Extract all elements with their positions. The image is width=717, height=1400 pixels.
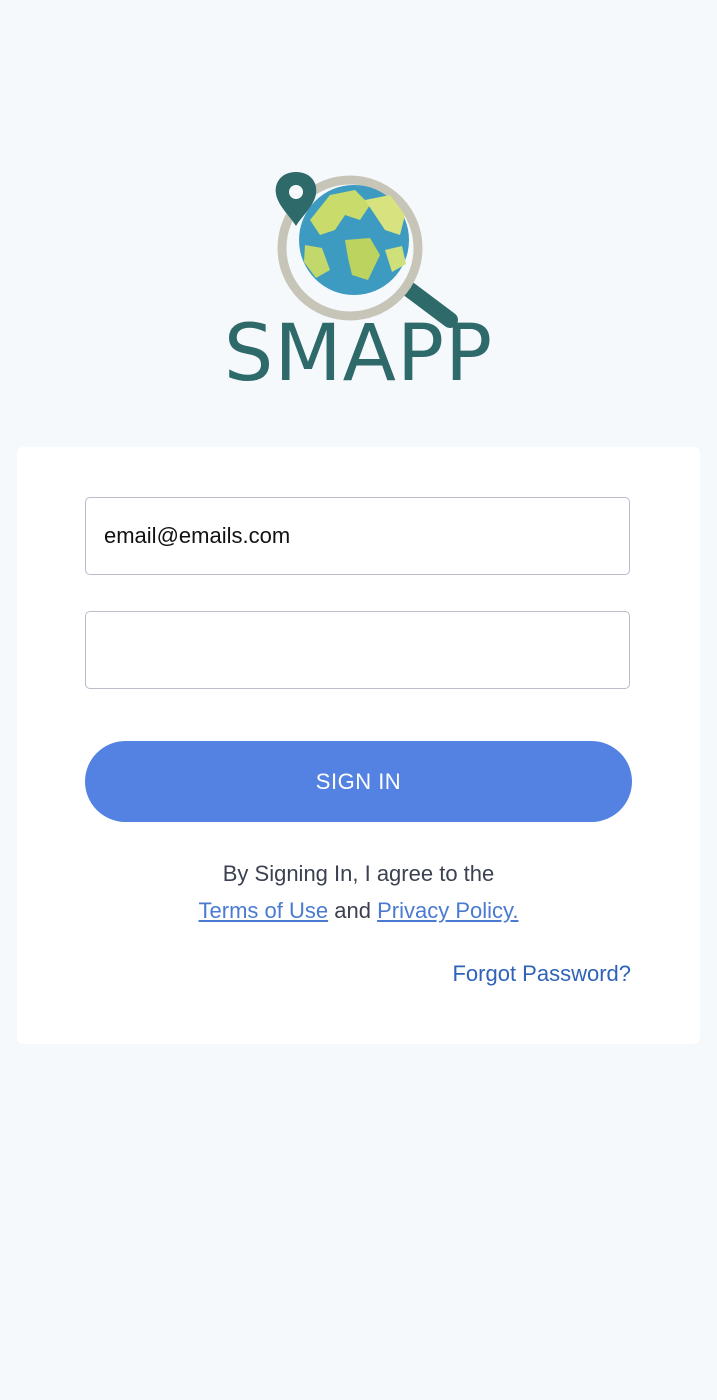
- and-text: and: [334, 898, 371, 923]
- globe-magnifier-icon: [275, 172, 458, 328]
- login-card: SIGN IN By Signing In, I agree to the Te…: [17, 447, 700, 1044]
- password-field[interactable]: [85, 611, 630, 689]
- brand-name: SMAPP: [223, 309, 494, 399]
- privacy-policy-link[interactable]: Privacy Policy.: [377, 898, 518, 923]
- terms-agreement: By Signing In, I agree to the Terms of U…: [17, 855, 700, 929]
- sign-in-button[interactable]: SIGN IN: [85, 741, 632, 822]
- email-field[interactable]: [85, 497, 630, 575]
- agree-prefix: By Signing In, I agree to the: [222, 861, 495, 886]
- terms-of-use-link[interactable]: Terms of Use: [199, 898, 329, 923]
- forgot-password-link[interactable]: Forgot Password?: [452, 961, 631, 987]
